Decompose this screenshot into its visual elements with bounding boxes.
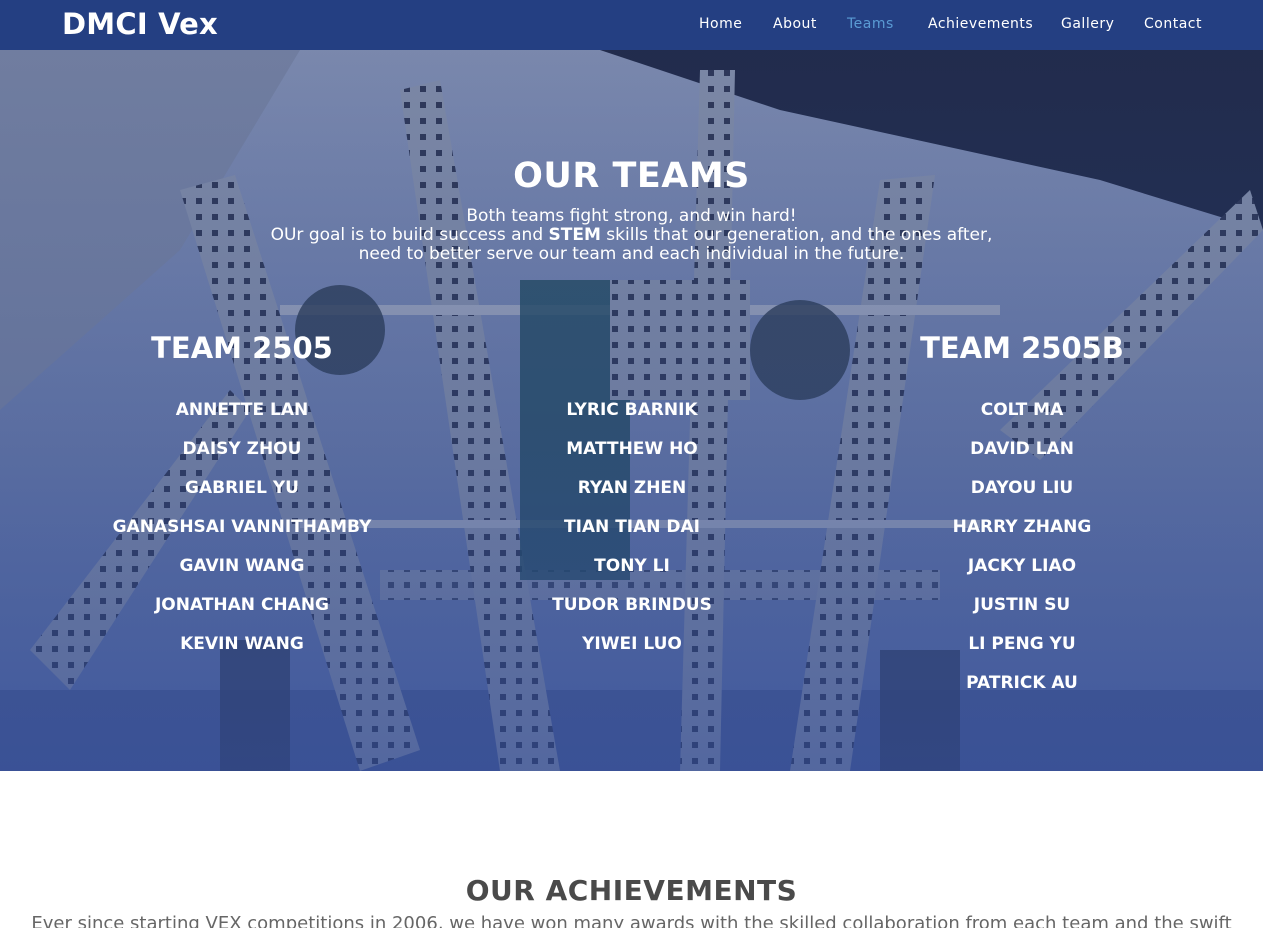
nav-link-gallery[interactable]: Gallery: [1061, 16, 1114, 32]
nav-link-contact[interactable]: Contact: [1144, 16, 1202, 32]
member-name: TIAN TIAN DAI: [563, 517, 701, 537]
teams-subtitle-line3: need to better serve our team and each i…: [358, 244, 905, 264]
nav-link-home[interactable]: Home: [699, 16, 742, 32]
subtitle-text: skills that our generation, and the ones…: [600, 225, 993, 245]
team-2505-column: TEAM 2505 ANNETTE LAN DAISY ZHOU GABRIEL…: [52, 328, 432, 671]
member-name: RYAN ZHEN: [577, 478, 687, 498]
team-2505b-title: TEAM 2505B: [920, 331, 1124, 365]
teams-subtitle-line1: Both teams fight strong, and win hard!: [466, 206, 797, 226]
member-name: LYRIC BARNIK: [566, 400, 698, 420]
member-name: HARRY ZHANG: [952, 517, 1092, 537]
member-name: JACKY LIAO: [967, 556, 1077, 576]
achievements-title: OUR ACHIEVEMENTS: [465, 874, 798, 907]
teams-subtitle-line2: OUr goal is to build success and STEM sk…: [0, 226, 1263, 245]
middle-members-column: LYRIC BARNIK MATTHEW HO RYAN ZHEN TIAN T…: [442, 328, 822, 671]
team-2505-title: TEAM 2505: [151, 331, 333, 365]
member-name: KEVIN WANG: [180, 634, 304, 654]
member-name: PATRICK AU: [966, 673, 1078, 693]
member-name: TUDOR BRINDUS: [552, 595, 712, 615]
achievements-text: Ever since starting VEX competitions in …: [31, 913, 1232, 928]
team-2505b-column: TEAM 2505B COLT MA DAVID LAN DAYOU LIU H…: [832, 328, 1212, 710]
member-name: GABRIEL YU: [185, 478, 299, 498]
subtitle-text: OUr goal is to build success and: [270, 225, 549, 245]
middle-members: LYRIC BARNIK MATTHEW HO RYAN ZHEN TIAN T…: [442, 398, 822, 671]
member-name: DAISY ZHOU: [182, 439, 302, 459]
member-name: ANNETTE LAN: [175, 400, 309, 420]
member-name: GAVIN WANG: [179, 556, 305, 576]
nav-link-teams[interactable]: Teams: [847, 16, 894, 32]
member-name: JONATHAN CHANG: [154, 595, 329, 615]
teams-title: OUR TEAMS: [513, 156, 750, 196]
nav-link-achievements[interactable]: Achievements: [928, 16, 1033, 32]
member-name: MATTHEW HO: [566, 439, 698, 459]
member-name: COLT MA: [980, 400, 1064, 420]
team-2505-members: ANNETTE LAN DAISY ZHOU GABRIEL YU GANASH…: [52, 398, 432, 671]
member-name: TONY LI: [594, 556, 670, 576]
member-name: DAVID LAN: [970, 439, 1074, 459]
teams-hero-section: OUR TEAMS Both teams fight strong, and w…: [0, 50, 1263, 771]
navbar: DMCI Vex Home About Teams Achievements G…: [0, 0, 1263, 50]
brand-logo-text[interactable]: DMCI Vex: [62, 7, 218, 41]
member-name: GANASHSAI VANNITHAMBY: [112, 517, 372, 537]
member-name: LI PENG YU: [968, 634, 1076, 654]
middle-column-spacer: [442, 328, 822, 372]
member-name: YIWEI LUO: [582, 634, 682, 654]
subtitle-bold-text: STEM: [548, 225, 601, 245]
nav-link-about[interactable]: About: [773, 16, 817, 32]
team-2505b-members: COLT MA DAVID LAN DAYOU LIU HARRY ZHANG …: [832, 398, 1212, 710]
member-name: DAYOU LIU: [970, 478, 1074, 498]
member-name: JUSTIN SU: [973, 595, 1071, 615]
